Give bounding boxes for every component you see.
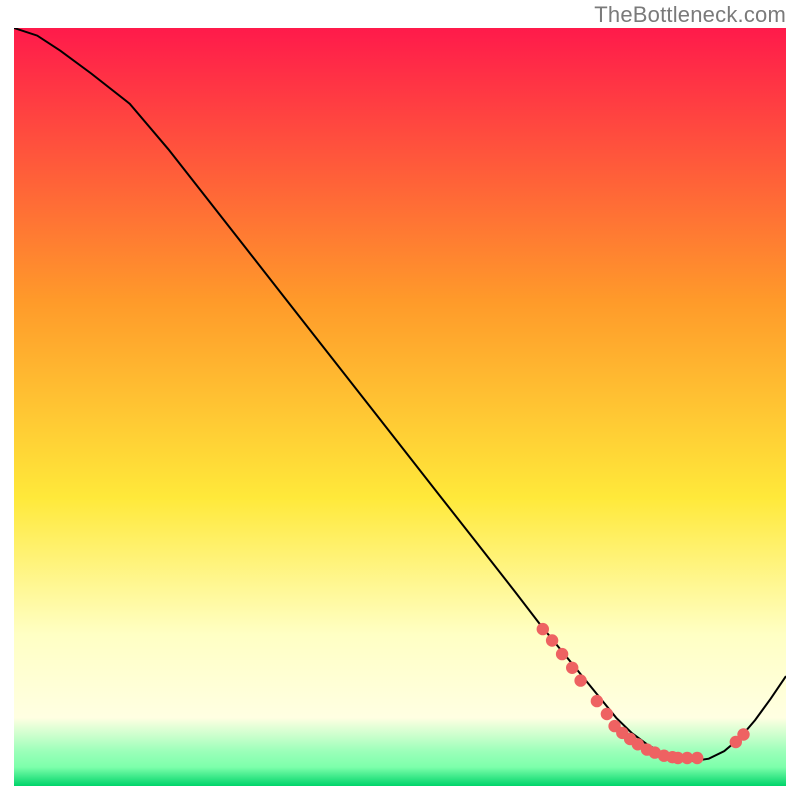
data-marker bbox=[601, 708, 613, 720]
plot-area bbox=[14, 28, 786, 786]
data-marker bbox=[556, 648, 568, 660]
chart-stage: TheBottleneck.com bbox=[0, 0, 800, 800]
gradient-background bbox=[14, 28, 786, 786]
data-marker bbox=[737, 728, 749, 740]
chart-svg bbox=[14, 28, 786, 786]
data-marker bbox=[574, 674, 586, 686]
data-marker bbox=[546, 634, 558, 646]
attribution-text: TheBottleneck.com bbox=[594, 2, 786, 28]
data-marker bbox=[537, 623, 549, 635]
data-marker bbox=[691, 752, 703, 764]
data-marker bbox=[591, 695, 603, 707]
data-marker bbox=[566, 662, 578, 674]
